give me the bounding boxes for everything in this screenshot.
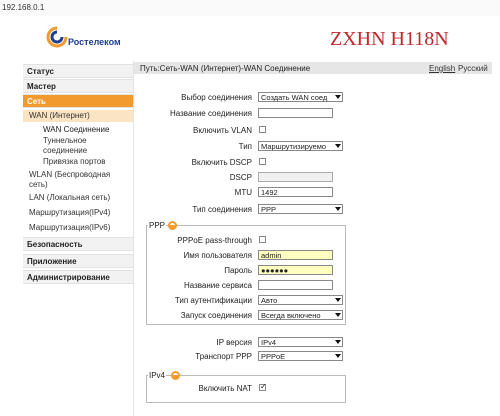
lang-english-link[interactable]: English bbox=[429, 64, 455, 73]
conn-type-value: PPP bbox=[261, 205, 277, 214]
chevron-down-icon bbox=[335, 95, 341, 99]
sidebar-item-port-binding[interactable]: Привязка портов bbox=[23, 157, 133, 167]
chevron-down-icon bbox=[335, 340, 341, 344]
address-text: 192.168.0.1 bbox=[2, 3, 45, 12]
chevron-down-icon bbox=[335, 144, 341, 148]
nat-checkbox[interactable] bbox=[259, 382, 267, 391]
sidebar-item-wlan[interactable]: WLAN (Беспроводная сеть) bbox=[23, 170, 118, 190]
rostelecom-logo-icon bbox=[46, 26, 68, 48]
breadcrumb-text: Путь:Сеть-WAN (Интернет)-WAN Соединение bbox=[140, 64, 311, 73]
mtu-label: MTU bbox=[234, 188, 252, 197]
ip-version-label: IP версия bbox=[216, 338, 253, 347]
sidebar-item-routing-ipv6[interactable]: Маршрутизация(IPv6) bbox=[23, 223, 133, 233]
chevron-down-icon bbox=[335, 313, 341, 317]
start-label: Запуск соединения bbox=[180, 311, 252, 320]
type-select-value: Маршрутизируемо bbox=[261, 142, 327, 151]
conn-select[interactable]: Создать WAN соед bbox=[258, 92, 343, 102]
sidebar-item-security[interactable]: Безопасность bbox=[23, 237, 133, 251]
collapse-icon[interactable] bbox=[171, 371, 180, 380]
ip-version-value: IPv4 bbox=[261, 338, 277, 347]
sidebar-item-application[interactable]: Приложение bbox=[23, 254, 133, 268]
sidebar-item-wan-connection[interactable]: WAN Соединение bbox=[23, 125, 133, 135]
sidebar-item-routing-ipv4[interactable]: Маршрутизация(IPv4) bbox=[23, 208, 133, 218]
transport-label: Транспорт PPP bbox=[195, 352, 252, 361]
sidebar-item-tunnel[interactable]: Туннельное соединение bbox=[23, 136, 103, 156]
type-select[interactable]: Маршрутизируемо bbox=[258, 141, 343, 151]
sidebar-item-administration[interactable]: Администрирование bbox=[23, 270, 133, 284]
chevron-down-icon bbox=[335, 207, 341, 211]
sidebar-item-status[interactable]: Статус bbox=[23, 64, 133, 78]
dscp-enable-label: Включить DSCP bbox=[191, 158, 252, 167]
password-input[interactable]: ●●●●●● bbox=[258, 265, 333, 275]
password-label: Пароль bbox=[224, 266, 252, 275]
conn-type-label: Тип соединения bbox=[192, 205, 252, 214]
conn-select-label: Выбор соединения bbox=[181, 93, 252, 102]
lang-russian-link[interactable]: Русский bbox=[458, 64, 488, 73]
sidebar-item-wan[interactable]: WAN (Интернет) bbox=[23, 110, 133, 122]
passthrough-checkbox[interactable] bbox=[259, 236, 266, 243]
dscp-input[interactable] bbox=[258, 172, 333, 182]
service-input[interactable] bbox=[258, 280, 333, 290]
type-label: Тип bbox=[238, 142, 252, 151]
auth-select[interactable]: Авто bbox=[258, 295, 343, 305]
collapse-icon[interactable] bbox=[168, 221, 177, 230]
sidebar-item-lan[interactable]: LAN (Локальная сеть) bbox=[23, 193, 133, 203]
ipv4-legend: IPv4 bbox=[148, 371, 167, 380]
start-value: Всегда включено bbox=[261, 311, 321, 320]
start-select[interactable]: Всегда включено bbox=[258, 310, 343, 320]
mtu-input[interactable]: 1492 bbox=[258, 187, 333, 197]
transport-value: PPPoE bbox=[261, 352, 286, 361]
username-label: Имя пользователя bbox=[183, 251, 252, 260]
transport-select[interactable]: PPPoE bbox=[258, 351, 343, 361]
vlan-label: Включить VLAN bbox=[192, 126, 252, 135]
username-input[interactable]: admin bbox=[258, 250, 333, 260]
conn-name-input[interactable] bbox=[258, 108, 333, 118]
conn-type-select[interactable]: PPP bbox=[258, 204, 343, 214]
chevron-down-icon bbox=[335, 298, 341, 302]
chevron-down-icon bbox=[335, 354, 341, 358]
model-title: ZXHN H118N bbox=[330, 28, 449, 50]
conn-select-value: Создать WAN соед bbox=[261, 93, 328, 102]
auth-label: Тип аутентификации bbox=[174, 296, 252, 305]
sidebar-item-wizard[interactable]: Мастер bbox=[23, 79, 133, 93]
passthrough-label: PPPoE pass-through bbox=[177, 236, 252, 245]
nat-label: Включить NAT bbox=[198, 384, 252, 393]
ppp-legend: PPP bbox=[148, 221, 167, 230]
auth-value: Авто bbox=[261, 296, 278, 305]
vlan-checkbox[interactable] bbox=[259, 126, 266, 133]
service-label: Название сервиса bbox=[183, 281, 252, 290]
sidebar-item-network[interactable]: Сеть bbox=[23, 94, 133, 108]
ip-version-select[interactable]: IPv4 bbox=[258, 337, 343, 347]
conn-name-label: Название соединения bbox=[169, 109, 252, 118]
breadcrumb: Путь:Сеть-WAN (Интернет)-WAN Соединение … bbox=[134, 62, 492, 74]
dscp-checkbox[interactable] bbox=[259, 158, 266, 165]
sidebar: Статус Мастер Сеть WAN (Интернет) WAN Со… bbox=[23, 61, 134, 416]
logo-text: Ростелеком bbox=[68, 37, 121, 47]
address-bar[interactable]: 192.168.0.1 bbox=[0, 0, 500, 17]
dscp-label: DSCP bbox=[229, 173, 252, 182]
